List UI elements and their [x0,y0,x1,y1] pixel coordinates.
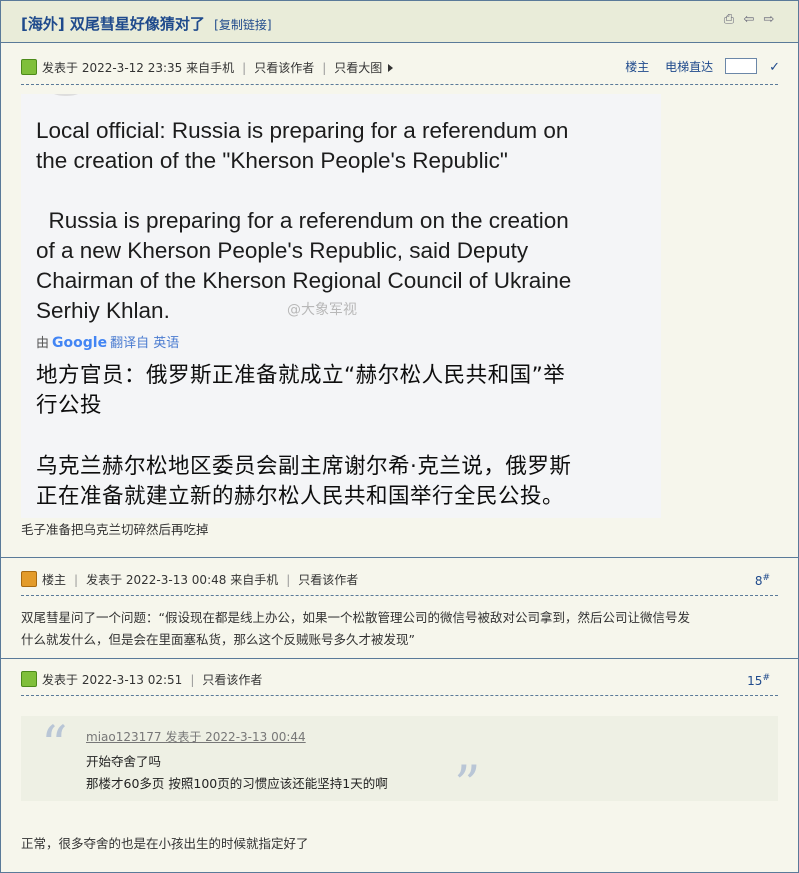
post-divider [1,557,798,558]
quote-close-icon: ” [454,756,481,816]
user-avatar-icon [21,571,37,587]
post-divider [1,658,798,659]
post-meta-right: 楼主 电梯直达 ✓ [613,58,780,76]
image-en-body-1: Russia is preparing for a referendum on … [36,208,569,233]
post-text-line-2: 什么就发什么，但是会在里面塞私货，那么这个反贼账号多久才被发现” [21,632,415,647]
thread-title-text: [海外] 双尾彗星好像猜对了 [21,15,205,33]
quote-line-1: 开始夺舍了吗 [86,754,162,769]
image-cn-title-2: 行公投 [36,393,103,418]
image-en-title-1: Local official: Russia is preparing for … [36,118,569,143]
user-avatar-icon [21,59,37,75]
post-text: 毛子准备把乌克兰切碎然后再吃掉 [21,522,209,537]
post-text: 正常，很多夺舍的也是在小孩出生的时候就指定好了 [21,836,309,851]
prev-thread-icon[interactable]: ⇦ [742,13,756,27]
meta-divider [21,84,778,85]
louzhu-label: 楼主 [625,60,650,74]
thread-title: [海外] 双尾彗星好像猜对了 [复制链接] [21,13,272,34]
image-en-body-4: Serhiy Khlan. [36,298,170,323]
post-text-line-1: 双尾彗星问了一个问题：“假设现在都是线上办公，如果一个松散管理公司的微信号被敌对… [21,610,690,625]
post-image[interactable]: Local official: Russia is preparing for … [21,94,661,518]
quote-line-2: 那楼才60多页 按照100页的习惯应该还能坚持1天的啊 [86,776,388,791]
post-time: 发表于 2022-3-13 00:48 来自手机 [86,573,279,587]
image-cn-title-1: 地方官员：俄罗斯正准备就成立“赫尔松人民共和国”举 [36,363,566,388]
floor-jump-input[interactable] [725,58,758,74]
copy-link-button[interactable]: [复制链接] [214,18,271,32]
only-big-image-link[interactable]: 只看大图 [334,61,382,75]
title-toolbar: ⎙ ⇦ ⇨ [722,13,776,27]
only-author-link[interactable]: 只看该作者 [254,61,314,75]
quote-header-link[interactable]: miao123177 发表于 2022-3-13 00:44 [86,728,306,745]
translated-by: 由 Google 翻译自 英语 [36,335,180,351]
image-en-body-3: Chairman of the Kherson Regional Council… [36,268,572,293]
only-author-link[interactable]: 只看该作者 [298,573,358,587]
post-meta: 楼主 | 发表于 2022-3-13 00:48 来自手机 | 只看该作者 [21,571,358,589]
thread-frame: [海外] 双尾彗星好像猜对了 [复制链接] ⎙ ⇦ ⇨ 发表于 2022-3-1… [0,0,799,873]
meta-divider [21,695,778,696]
elevator-label: 电梯直达 [665,60,714,74]
image-en-title-2: the creation of the "Kherson People's Re… [36,148,508,173]
go-icon[interactable]: ✓ [769,60,780,75]
print-icon[interactable]: ⎙ [722,13,736,27]
thread-titlebar: [海外] 双尾彗星好像猜对了 [复制链接] ⎙ ⇦ ⇨ [1,1,798,43]
floor-number[interactable]: 8# [755,573,770,588]
louzhu-badge: 楼主 [42,573,67,587]
caret-right-icon [388,64,394,72]
quote-open-icon: “ [41,716,68,776]
post-time: 发表于 2022-3-12 23:35 来自手机 [42,61,235,75]
post-meta: 发表于 2022-3-13 02:51 | 只看该作者 [21,671,262,689]
next-thread-icon[interactable]: ⇨ [762,13,776,27]
image-cn-body-2: 正在准备就建立新的赫尔松人民共和国举行全民公投。 [36,484,565,509]
only-author-link[interactable]: 只看该作者 [202,673,262,687]
image-cn-body-1: 乌克兰赫尔松地区委员会副主席谢尔希·克兰说，俄罗斯 [36,454,572,479]
google-logo: Google [52,335,108,351]
post-time: 发表于 2022-3-13 02:51 [42,673,183,687]
image-watermark: @大象军视 [287,302,357,318]
image-en-body-2: of a new Kherson People's Republic, said… [36,238,529,263]
quote-block: “ miao123177 发表于 2022-3-13 00:44 开始夺舍了吗 … [21,716,778,812]
floor-number[interactable]: 15# [747,673,770,688]
post-meta: 发表于 2022-3-12 23:35 来自手机 | 只看该作者 | 只看大图 [21,59,394,77]
meta-divider [21,595,778,596]
user-avatar-icon [21,671,37,687]
